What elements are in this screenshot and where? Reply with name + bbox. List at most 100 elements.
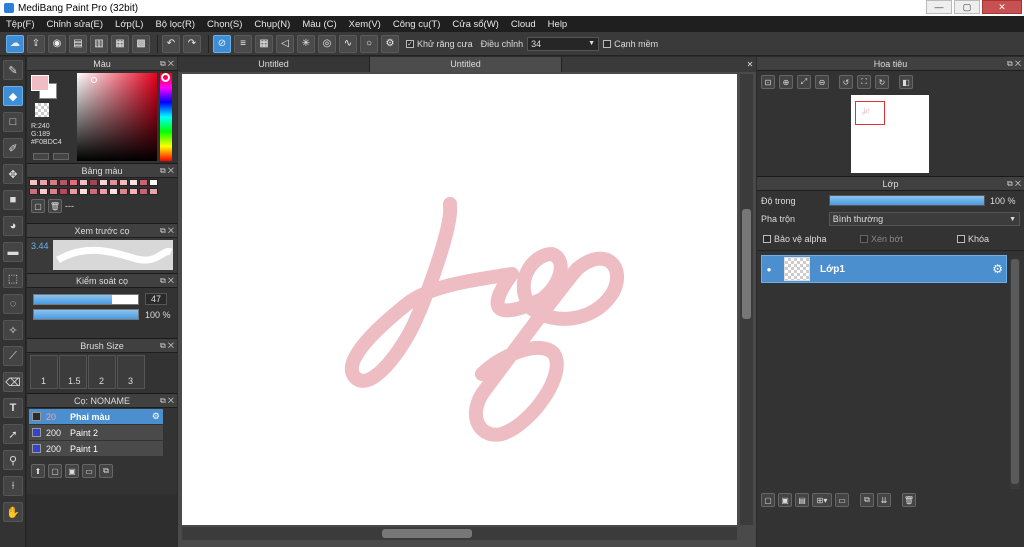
- vertical-scrollbar[interactable]: [740, 74, 753, 525]
- foreground-swatch[interactable]: [31, 75, 49, 91]
- duplicate-layer-icon[interactable]: ⧉: [860, 493, 874, 507]
- maximize-button[interactable]: ▢: [954, 0, 980, 14]
- antialias-checkbox[interactable]: [406, 39, 414, 48]
- brush-size-cell[interactable]: 1: [30, 355, 58, 389]
- palette-swatch[interactable]: [109, 179, 118, 186]
- menu-window[interactable]: Cửa sổ(W): [446, 19, 504, 30]
- palette-swatch[interactable]: [69, 179, 78, 186]
- lock-checkbox[interactable]: [957, 235, 965, 243]
- undo-icon[interactable]: ↶: [162, 34, 180, 53]
- brush-size-cell[interactable]: 3: [117, 355, 145, 389]
- select-pen-icon[interactable]: ⟋: [3, 346, 23, 366]
- panel-close-icon[interactable]: ⧉ ✕: [160, 224, 174, 238]
- panel-close-icon[interactable]: ⧉ ✕: [1007, 177, 1021, 191]
- palette-swatch[interactable]: [99, 179, 108, 186]
- snap-circle-icon[interactable]: ◎: [318, 34, 336, 53]
- palette-swatch[interactable]: [89, 179, 98, 186]
- brush-size-slider[interactable]: [33, 293, 139, 305]
- zoom-in-icon[interactable]: ⊕: [779, 75, 793, 89]
- horizontal-scrollbar[interactable]: [182, 527, 737, 540]
- protect-alpha-checkbox[interactable]: [763, 235, 771, 243]
- menu-snap[interactable]: Chụp(N): [248, 19, 296, 30]
- blend-combo[interactable]: Bình thường ▼: [828, 212, 1020, 226]
- rotate-left-icon[interactable]: ↺: [839, 75, 853, 89]
- color-swap-button[interactable]: [53, 153, 69, 160]
- panel-close-icon[interactable]: ⧉ ✕: [160, 164, 174, 178]
- horizontal-scroll-thumb[interactable]: [382, 529, 472, 538]
- text-tool-icon[interactable]: T: [3, 398, 23, 418]
- adjust-combo[interactable]: 34 ▼: [527, 36, 600, 51]
- tiles-icon[interactable]: ▩: [132, 34, 150, 53]
- magic-wand-icon[interactable]: ✧: [3, 320, 23, 340]
- snap-radial-icon[interactable]: ✳: [297, 34, 315, 53]
- panel-close-icon[interactable]: ⧉ ✕: [160, 394, 174, 408]
- snap-perspective-icon[interactable]: ◁: [276, 34, 294, 53]
- menu-layer[interactable]: Lớp(L): [109, 19, 149, 30]
- menu-tools[interactable]: Công cụ(T): [387, 19, 447, 30]
- snap-off-icon[interactable]: ⊘: [213, 34, 231, 53]
- tab-untitled-1[interactable]: Untitled: [178, 57, 370, 72]
- snap-ellipse-icon[interactable]: ○: [360, 34, 378, 53]
- clipping-checkbox[interactable]: [860, 235, 868, 243]
- palette-swatch[interactable]: [119, 188, 128, 195]
- snap-parallel-icon[interactable]: ≡: [234, 34, 252, 53]
- rotate-right-icon[interactable]: ↻: [875, 75, 889, 89]
- close-tab-icon[interactable]: ✕: [744, 57, 756, 72]
- panel-close-icon[interactable]: ⧉ ✕: [160, 274, 174, 288]
- cloud-icon[interactable]: ☁: [6, 34, 24, 53]
- menu-filter[interactable]: Bộ lọc(R): [149, 19, 201, 30]
- palette-swatch[interactable]: [69, 188, 78, 195]
- snap-settings-icon[interactable]: ⚙: [381, 34, 399, 53]
- eyedropper-icon[interactable]: ⟊: [3, 476, 23, 496]
- visibility-eye-icon[interactable]: ●: [762, 265, 776, 274]
- comment-icon[interactable]: ◉: [48, 34, 66, 53]
- zoom-out-icon[interactable]: ⊖: [815, 75, 829, 89]
- palette-swatch[interactable]: [99, 188, 108, 195]
- brush-opacity-slider[interactable]: [33, 309, 139, 320]
- menu-file[interactable]: Tệp(F): [0, 19, 41, 30]
- brush-size-cell[interactable]: 1.5: [59, 355, 87, 389]
- layer-row[interactable]: ● Lớp1 ⚙: [761, 255, 1007, 283]
- palette-swatch[interactable]: [89, 188, 98, 195]
- dot-tool-icon[interactable]: □: [3, 112, 23, 132]
- minimize-button[interactable]: —: [926, 0, 952, 14]
- palette-swatch[interactable]: [39, 179, 48, 186]
- page-icon[interactable]: ▥: [90, 34, 108, 53]
- new-layer-icon[interactable]: ▢: [761, 493, 775, 507]
- folder-icon[interactable]: ▭: [82, 464, 96, 478]
- palette-swatch[interactable]: [49, 188, 58, 195]
- palette-swatch[interactable]: [49, 179, 58, 186]
- smooth-edge-checkbox[interactable]: [603, 39, 612, 48]
- color-mode-button[interactable]: [33, 153, 49, 160]
- palette-swatch[interactable]: [139, 188, 148, 195]
- menu-select[interactable]: Chọn(S): [201, 19, 248, 30]
- menu-help[interactable]: Help: [542, 19, 574, 30]
- palette-swatch[interactable]: [119, 179, 128, 186]
- pen-tool-icon[interactable]: ✐: [3, 138, 23, 158]
- brush-menu-icon[interactable]: ▣: [65, 464, 79, 478]
- brush-list-item[interactable]: 200 Paint 2: [29, 425, 163, 440]
- vertical-scroll-thumb[interactable]: [742, 209, 751, 319]
- panel-close-icon[interactable]: ⧉ ✕: [160, 57, 174, 71]
- add-brush-icon[interactable]: ⬆: [31, 464, 45, 478]
- select-eraser-icon[interactable]: ⌫: [3, 372, 23, 392]
- layer-scrollbar[interactable]: [1010, 259, 1020, 489]
- brush-tool-icon[interactable]: ✎: [3, 60, 23, 80]
- eraser-tool-icon[interactable]: ◆: [3, 86, 23, 106]
- palette-swatch[interactable]: [149, 179, 158, 186]
- move-tool-icon[interactable]: ✥: [3, 164, 23, 184]
- palette-swatch[interactable]: [39, 188, 48, 195]
- brush-size-value[interactable]: 47: [145, 293, 167, 305]
- add-layer-menu-icon[interactable]: ⊞▾: [812, 493, 832, 507]
- panel-close-icon[interactable]: ⧉ ✕: [1007, 57, 1021, 71]
- panel-close-icon[interactable]: ⧉ ✕: [160, 339, 174, 353]
- close-button[interactable]: ✕: [982, 0, 1022, 14]
- tab-untitled-2[interactable]: Untitled: [370, 57, 562, 72]
- hue-slider[interactable]: [160, 73, 172, 161]
- palette-swatch[interactable]: [129, 179, 138, 186]
- menu-edit[interactable]: Chỉnh sửa(E): [41, 19, 110, 30]
- new-brush-icon[interactable]: ▢: [48, 464, 62, 478]
- zoom-actual-icon[interactable]: ⤢: [797, 75, 811, 89]
- snap-curve-icon[interactable]: ∿: [339, 34, 357, 53]
- brush-size-cell[interactable]: 2: [88, 355, 116, 389]
